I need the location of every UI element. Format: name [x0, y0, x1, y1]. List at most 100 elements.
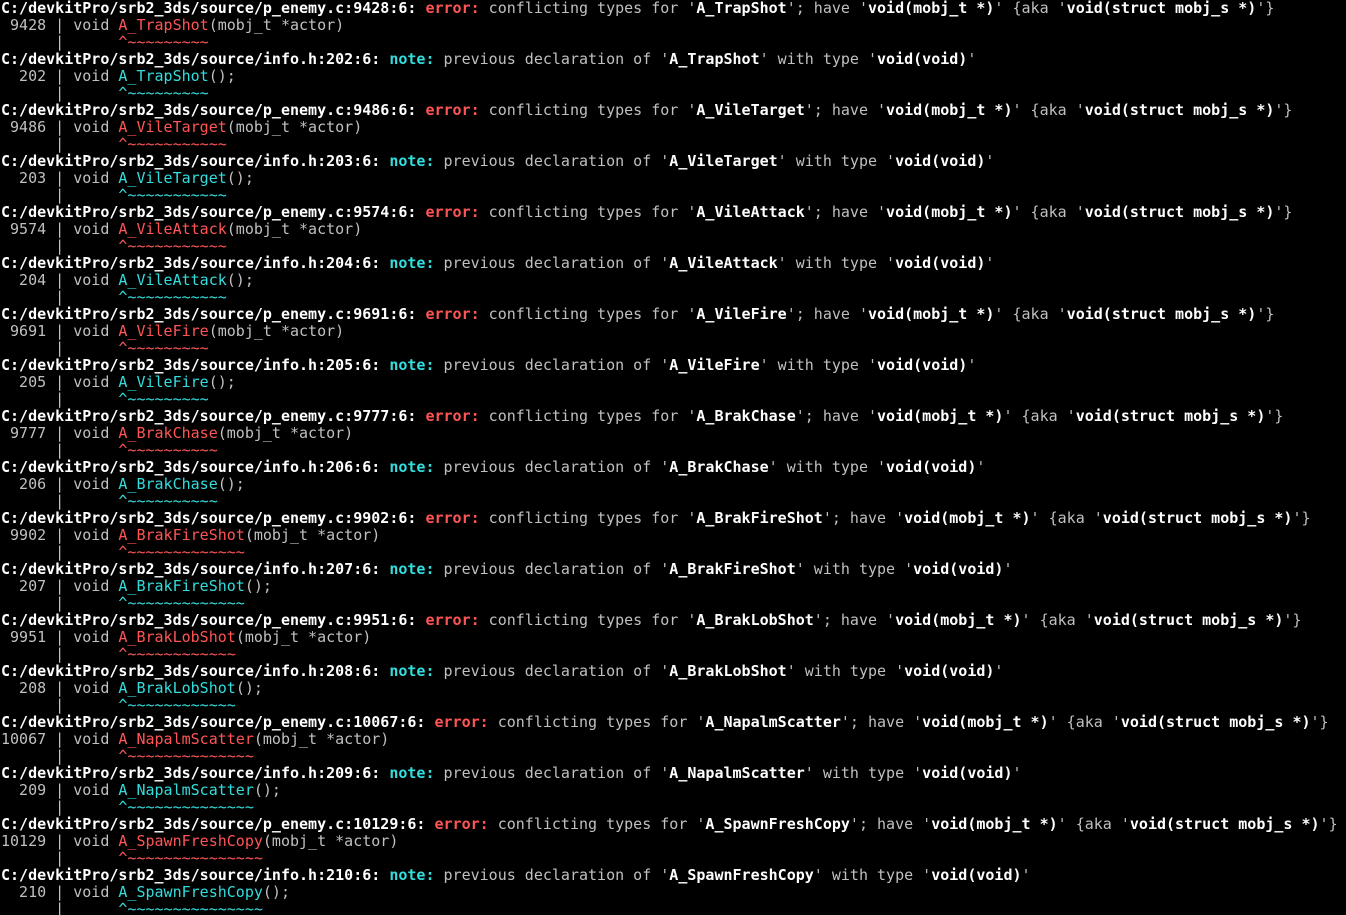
error-label: error:: [425, 0, 480, 17]
line-number-gutter: 205 |: [1, 373, 74, 391]
source-line: 203 | void A_VileTarget();: [0, 170, 1346, 187]
caret-marker: ^~~~~~~~~~: [118, 33, 209, 51]
caret-marker: ^~~~~~~~~~~~~: [118, 645, 236, 663]
caret-line: | ^~~~~~~~~~~~: [0, 289, 1346, 306]
source-text: ();: [217, 475, 245, 493]
keyword: void: [73, 220, 119, 238]
message-text: '; have ': [840, 713, 923, 731]
source-text: (mobj_t *actor): [244, 526, 381, 544]
file-location: C:/devkitPro/srb2_3ds/source/info.h:205:…: [1, 356, 390, 374]
highlighted-identifier: A_VileAttack: [118, 220, 227, 238]
error-label: error:: [425, 101, 480, 119]
gutter: |: [1, 33, 119, 51]
function-name: A_VileFire: [696, 305, 787, 323]
gutter: |: [1, 339, 119, 357]
caret-line: | ^~~~~~~~~~: [0, 85, 1346, 102]
type-text: void(void): [922, 764, 1013, 782]
highlighted-identifier: A_VileTarget: [118, 169, 227, 187]
keyword: void: [73, 526, 119, 544]
type-text: void(mobj_t *): [922, 713, 1049, 731]
source-text: ();: [226, 271, 254, 289]
type-text: void(struct mobj_s *): [1075, 407, 1266, 425]
line-number-gutter: 9777 |: [1, 424, 74, 442]
gutter: |: [1, 441, 119, 459]
type-text: void(mobj_t *): [877, 407, 1004, 425]
type-text: void(struct mobj_s *): [1066, 305, 1257, 323]
message-text: previous declaration of ': [434, 458, 670, 476]
message-text: '}: [1283, 611, 1302, 629]
source-text: ();: [262, 883, 290, 901]
error-label: error:: [434, 815, 489, 833]
source-text: (mobj_t *actor): [208, 16, 345, 34]
message-text: '}: [1256, 0, 1275, 17]
caret-marker: ^~~~~~~~~~~~~~~: [118, 798, 254, 816]
message-text: ' with type ': [804, 764, 923, 782]
message-text: ': [994, 662, 1004, 680]
caret-marker: ^~~~~~~~~~~~~~~~: [118, 849, 263, 867]
message-text: previous declaration of ': [434, 662, 670, 680]
function-name: A_TrapShot: [669, 50, 760, 68]
function-name: A_TrapShot: [696, 0, 787, 17]
function-name: A_NapalmScatter: [669, 764, 805, 782]
file-location: C:/devkitPro/srb2_3ds/source/p_enemy.c:9…: [1, 203, 426, 221]
note-label: note:: [389, 866, 435, 884]
message-text: ' {aka ': [1048, 713, 1121, 731]
message-text: previous declaration of ': [434, 560, 670, 578]
message-text: ' {aka ': [1021, 611, 1094, 629]
error-line: C:/devkitPro/srb2_3ds/source/p_enemy.c:9…: [0, 102, 1346, 119]
line-number-gutter: 210 |: [1, 883, 74, 901]
source-line: 9902 | void A_BrakFireShot(mobj_t *actor…: [0, 527, 1346, 544]
caret-marker: ^~~~~~~~~~~~: [118, 237, 227, 255]
file-location: C:/devkitPro/srb2_3ds/source/info.h:208:…: [1, 662, 390, 680]
file-location: C:/devkitPro/srb2_3ds/source/p_enemy.c:9…: [1, 101, 426, 119]
gutter: |: [1, 747, 119, 765]
message-text: conflicting types for ': [479, 305, 697, 323]
error-line: C:/devkitPro/srb2_3ds/source/p_enemy.c:9…: [0, 306, 1346, 323]
gutter: |: [1, 492, 119, 510]
message-text: conflicting types for ': [479, 0, 697, 17]
caret-line: | ^~~~~~~~~~~~: [0, 136, 1346, 153]
message-text: ' with type ': [777, 254, 896, 272]
line-number-gutter: 209 |: [1, 781, 74, 799]
type-text: void(struct mobj_s *): [1066, 0, 1257, 17]
type-text: void(struct mobj_s *): [1102, 509, 1293, 527]
message-text: conflicting types for ': [479, 101, 697, 119]
keyword: void: [73, 118, 119, 136]
line-number-gutter: 202 |: [1, 67, 74, 85]
note-line: C:/devkitPro/srb2_3ds/source/info.h:202:…: [0, 51, 1346, 68]
type-text: void(mobj_t *): [904, 509, 1031, 527]
caret-marker: ^~~~~~~~~~: [118, 390, 209, 408]
message-text: ': [967, 50, 977, 68]
source-text: ();: [244, 577, 272, 595]
error-line: C:/devkitPro/srb2_3ds/source/p_enemy.c:9…: [0, 0, 1346, 17]
source-line: 9428 | void A_TrapShot(mobj_t *actor): [0, 17, 1346, 34]
function-name: A_BrakFireShot: [696, 509, 823, 527]
keyword: void: [73, 169, 119, 187]
message-text: '}: [1292, 509, 1311, 527]
source-text: (mobj_t *actor): [217, 424, 354, 442]
source-text: (mobj_t *actor): [226, 118, 363, 136]
keyword: void: [73, 628, 119, 646]
terminal-output[interactable]: C:/devkitPro/srb2_3ds/source/p_enemy.c:9…: [0, 0, 1346, 915]
error-label: error:: [425, 611, 480, 629]
file-location: C:/devkitPro/srb2_3ds/source/info.h:209:…: [1, 764, 390, 782]
error-line: C:/devkitPro/srb2_3ds/source/p_enemy.c:9…: [0, 612, 1346, 629]
message-text: ' with type ': [795, 560, 914, 578]
caret-line: | ^~~~~~~~~~: [0, 391, 1346, 408]
function-name: A_BrakLobShot: [669, 662, 787, 680]
message-text: previous declaration of ': [434, 866, 670, 884]
caret-marker: ^~~~~~~~~~: [118, 84, 209, 102]
caret-line: | ^~~~~~~~~~~~: [0, 238, 1346, 255]
highlighted-identifier: A_BrakChase: [118, 475, 218, 493]
keyword: void: [73, 577, 119, 595]
type-text: void(void): [886, 458, 977, 476]
caret-line: | ^~~~~~~~~~~~~~~: [0, 799, 1346, 816]
function-name: A_BrakChase: [669, 458, 769, 476]
type-text: void(mobj_t *): [886, 203, 1013, 221]
source-line: 204 | void A_VileAttack();: [0, 272, 1346, 289]
gutter: |: [1, 645, 119, 663]
keyword: void: [73, 322, 119, 340]
caret-line: | ^~~~~~~~~~~~~~: [0, 544, 1346, 561]
line-number-gutter: 9951 |: [1, 628, 74, 646]
note-label: note:: [389, 152, 435, 170]
